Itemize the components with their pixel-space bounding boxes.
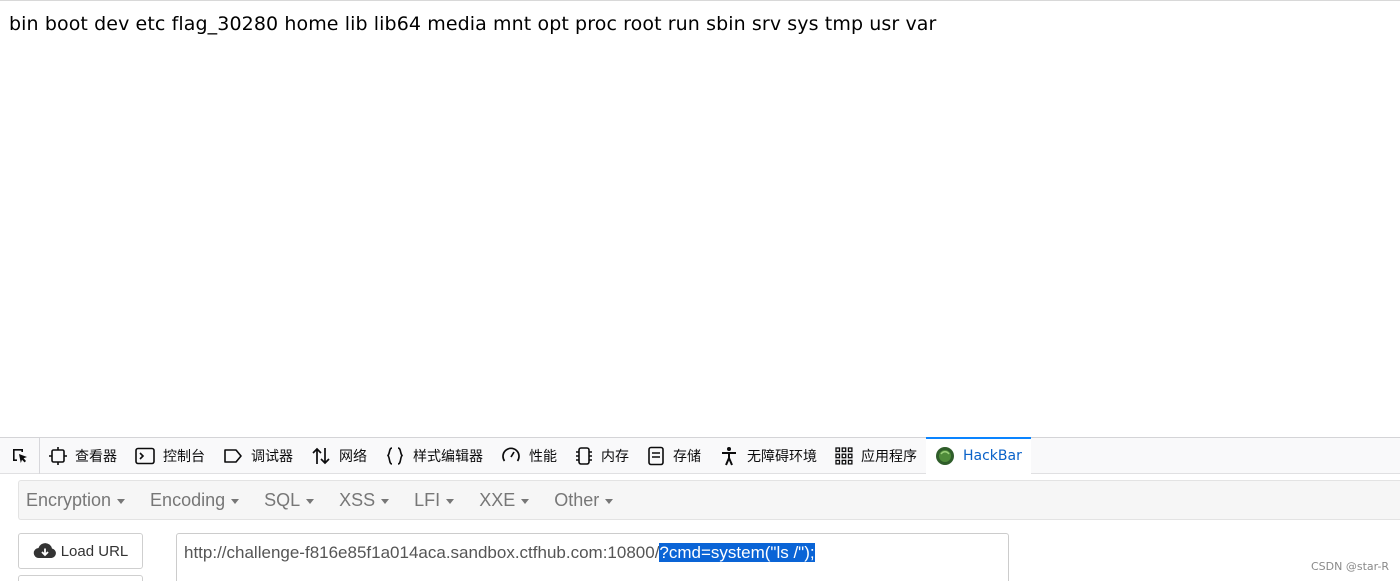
element-picker-button[interactable] — [0, 437, 40, 474]
menu-encoding[interactable]: Encoding — [143, 490, 246, 511]
directory-listing: bin boot dev etc flag_30280 home lib lib… — [9, 13, 937, 35]
tab-label: 调试器 — [251, 448, 293, 465]
tab-label: 网络 — [339, 448, 367, 465]
url-text: http://challenge-f816e85f1a014aca.sandbo… — [184, 543, 815, 563]
menu-xss[interactable]: XSS — [332, 490, 396, 511]
menu-label: Other — [554, 489, 600, 510]
menu-lfi[interactable]: LFI — [407, 490, 461, 511]
tab-label: 应用程序 — [861, 448, 917, 465]
caret-down-icon — [521, 498, 530, 504]
application-icon — [835, 446, 853, 465]
caret-down-icon — [381, 498, 390, 504]
caret-down-icon — [446, 498, 455, 504]
inspector-icon — [49, 446, 67, 465]
menu-sql[interactable]: SQL — [257, 490, 321, 511]
caret-down-icon — [306, 498, 315, 504]
split-url-button[interactable] — [18, 575, 143, 581]
tab-debugger[interactable]: 调试器 — [214, 438, 302, 474]
caret-down-icon — [605, 498, 614, 504]
hackbar-icon — [936, 446, 954, 465]
page-content: bin boot dev etc flag_30280 home lib lib… — [0, 0, 1400, 437]
debugger-icon — [224, 448, 242, 463]
menu-label: Encoding — [150, 489, 226, 510]
menu-label: LFI — [414, 489, 441, 510]
load-url-label: Load URL — [60, 542, 129, 560]
tab-application[interactable]: 应用程序 — [826, 438, 926, 474]
tab-label: 控制台 — [163, 448, 205, 465]
tab-storage[interactable]: 存储 — [638, 438, 710, 474]
style-editor-icon — [386, 446, 404, 465]
tab-console[interactable]: 控制台 — [126, 438, 214, 474]
accessibility-icon — [722, 446, 736, 465]
tab-inspector[interactable]: 查看器 — [40, 438, 126, 474]
performance-icon — [502, 447, 520, 461]
menu-label: Encryption — [26, 489, 112, 510]
load-url-button[interactable]: Load URL — [18, 533, 143, 569]
menu-encryption[interactable]: Encryption — [19, 490, 132, 511]
caret-down-icon — [231, 498, 240, 504]
network-icon — [312, 447, 330, 464]
tab-accessibility[interactable]: 无障碍环境 — [710, 438, 826, 474]
menu-label: SQL — [264, 489, 301, 510]
devtools-toolbar: 查看器 控制台 调试器 网络 样式编辑器 性能 内存 存储 无障碍环境 应用程序… — [0, 436, 1400, 474]
url-textarea[interactable]: http://challenge-f816e85f1a014aca.sandbo… — [176, 533, 1009, 581]
tab-style-editor[interactable]: 样式编辑器 — [376, 438, 492, 474]
tab-label: 存储 — [673, 448, 701, 465]
tab-label: HackBar — [963, 447, 1022, 464]
memory-icon — [576, 446, 592, 465]
menu-label: XXE — [479, 489, 516, 510]
tab-label: 性能 — [529, 448, 557, 465]
cloud-download-icon — [33, 543, 56, 559]
tab-label: 无障碍环境 — [747, 448, 817, 465]
menu-other[interactable]: Other — [547, 490, 620, 511]
url-selected-query: ?cmd=system("ls /"); — [659, 543, 815, 562]
tab-label: 内存 — [601, 448, 629, 465]
menu-label: XSS — [339, 489, 376, 510]
tab-hackbar[interactable]: HackBar — [926, 436, 1031, 474]
tab-memory[interactable]: 内存 — [566, 438, 638, 474]
csdn-watermark: CSDN @star-R — [1311, 560, 1390, 573]
caret-down-icon — [117, 498, 126, 504]
tab-network[interactable]: 网络 — [302, 438, 376, 474]
tab-performance[interactable]: 性能 — [492, 438, 566, 474]
tab-label: 样式编辑器 — [413, 448, 483, 465]
url-base: http://challenge-f816e85f1a014aca.sandbo… — [184, 543, 660, 562]
hackbar-menu: Encryption Encoding SQL XSS LFI XXE Othe… — [18, 480, 1400, 520]
storage-icon — [648, 446, 664, 465]
element-picker-icon — [12, 448, 27, 463]
tab-label: 查看器 — [75, 448, 117, 465]
menu-xxe[interactable]: XXE — [472, 490, 536, 511]
console-icon — [135, 447, 155, 464]
